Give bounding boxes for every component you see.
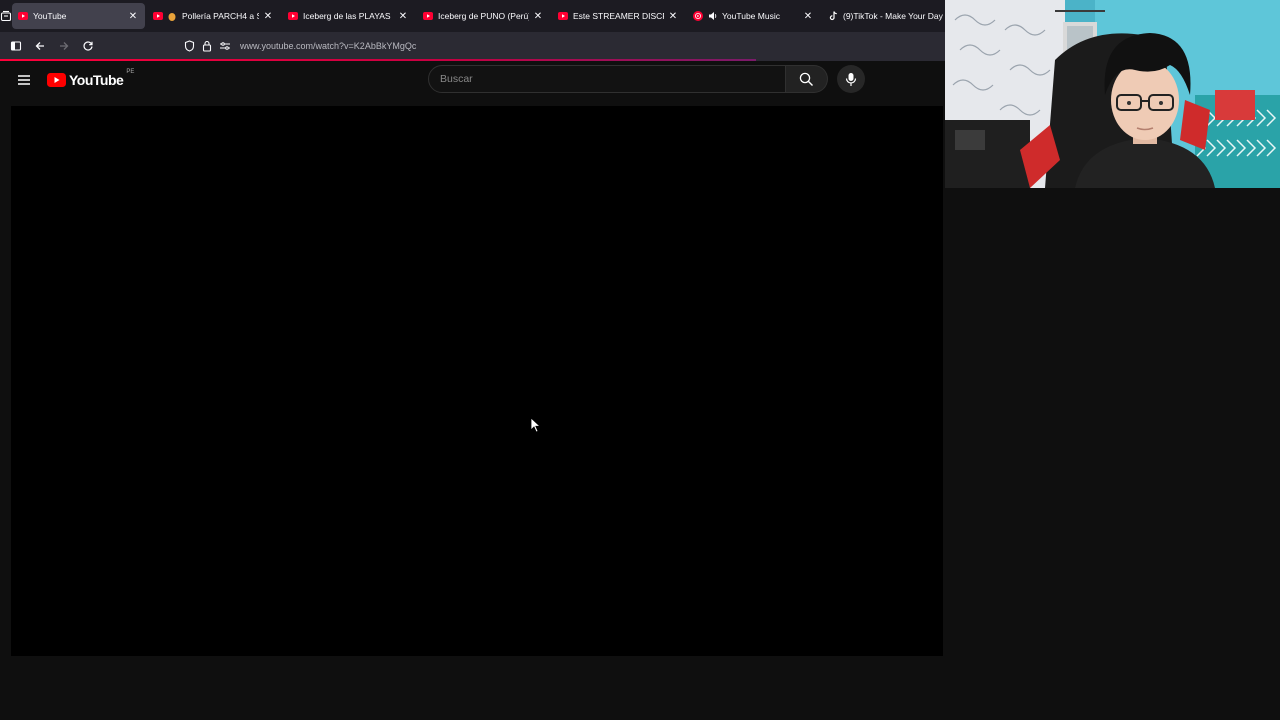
youtube-logo-text: YouTube — [69, 72, 124, 88]
browser-tab-title: YouTube Music — [722, 11, 780, 21]
browser-tab[interactable]: YouTube ✕ — [12, 3, 145, 29]
close-tab-icon[interactable]: ✕ — [667, 10, 679, 22]
youtube-icon — [558, 11, 568, 21]
youtube-logo[interactable]: YouTube PE — [47, 69, 135, 90]
tab-strip: YouTube✕Pollería PARCH4 a Shuli✕Iceberg … — [12, 0, 957, 32]
url-text[interactable]: www.youtube.com/watch?v=K2AbBkYMgQc — [240, 41, 416, 51]
browser-tab-title: YouTube — [33, 11, 67, 21]
browser-tab[interactable]: YouTube Music ✕ — [687, 3, 820, 29]
guide-menu-button[interactable] — [14, 70, 34, 90]
reload-button[interactable] — [76, 34, 100, 58]
search-button[interactable] — [786, 65, 828, 93]
arrow-left-icon — [35, 41, 44, 50]
close-tab-icon[interactable]: ✕ — [262, 10, 274, 22]
webcam-streamer-image — [945, 0, 1280, 188]
close-tab-icon[interactable]: ✕ — [802, 10, 814, 22]
reload-icon — [83, 40, 93, 51]
sidebar-toggle-button[interactable] — [4, 34, 28, 58]
url-bar[interactable]: www.youtube.com/watch?v=K2AbBkYMgQc — [180, 35, 945, 57]
youtube-play-logo-icon — [47, 73, 66, 87]
browser-tab[interactable]: Iceberg de las PLAYAS ✕ — [282, 3, 415, 29]
back-button[interactable] — [28, 34, 52, 58]
browser-tab[interactable]: Iceberg de PUNO (Perú) ✕ — [417, 3, 550, 29]
sidebar-icon — [10, 40, 22, 51]
browser-tab-title: Este STREAMER DISCRIMIN — [573, 11, 664, 21]
webcam-overlay — [945, 0, 1280, 188]
tracking-protection-icon[interactable] — [180, 37, 198, 55]
tiktok-icon — [828, 11, 838, 21]
browser-tab-bar: YouTube✕Pollería PARCH4 a Shuli✕Iceberg … — [0, 0, 945, 32]
tab-list-icon — [0, 10, 12, 22]
voice-search-button[interactable] — [837, 65, 865, 93]
search-input[interactable] — [440, 73, 785, 85]
search-icon — [799, 72, 813, 86]
mouse-cursor-icon — [530, 417, 542, 433]
emoji-icon — [168, 11, 178, 21]
speaker-icon[interactable] — [708, 11, 718, 21]
hamburger-menu-icon — [18, 75, 30, 85]
browser-tab-title: Iceberg de las PLAYAS — [303, 11, 391, 21]
close-tab-icon[interactable]: ✕ — [397, 10, 409, 22]
video-player[interactable] — [11, 106, 943, 656]
youtube-music-icon — [693, 11, 703, 21]
browser-tab-title: Iceberg de PUNO (Perú) — [438, 11, 529, 21]
close-tab-icon[interactable]: ✕ — [127, 10, 139, 22]
browser-tab-title: (9)TikTok - Make Your Day — [843, 11, 943, 21]
browser-tab[interactable]: (9)TikTok - Make Your Day — [822, 3, 955, 29]
youtube-header: YouTube PE — [0, 61, 945, 105]
arrow-right-icon — [60, 41, 69, 50]
lock-icon[interactable] — [198, 37, 216, 55]
youtube-icon — [423, 11, 433, 21]
browser-tab[interactable]: Pollería PARCH4 a Shuli✕ — [147, 3, 280, 29]
forward-button[interactable] — [52, 34, 76, 58]
search-box[interactable] — [428, 65, 786, 93]
close-tab-icon[interactable]: ✕ — [532, 10, 544, 22]
browser-nav-bar: www.youtube.com/watch?v=K2AbBkYMgQc — [0, 32, 945, 59]
country-code: PE — [126, 69, 135, 75]
youtube-icon — [288, 11, 298, 21]
screen: YouTube✕Pollería PARCH4 a Shuli✕Iceberg … — [0, 0, 1280, 720]
browser-tab-title: Pollería PARCH4 a Shuli — [182, 11, 259, 21]
tab-list-button[interactable] — [0, 0, 12, 32]
permissions-icon[interactable] — [216, 37, 234, 55]
youtube-icon — [18, 11, 28, 21]
microphone-icon — [845, 72, 857, 86]
youtube-icon — [153, 11, 163, 21]
browser-tab[interactable]: Este STREAMER DISCRIMIN✕ — [552, 3, 685, 29]
